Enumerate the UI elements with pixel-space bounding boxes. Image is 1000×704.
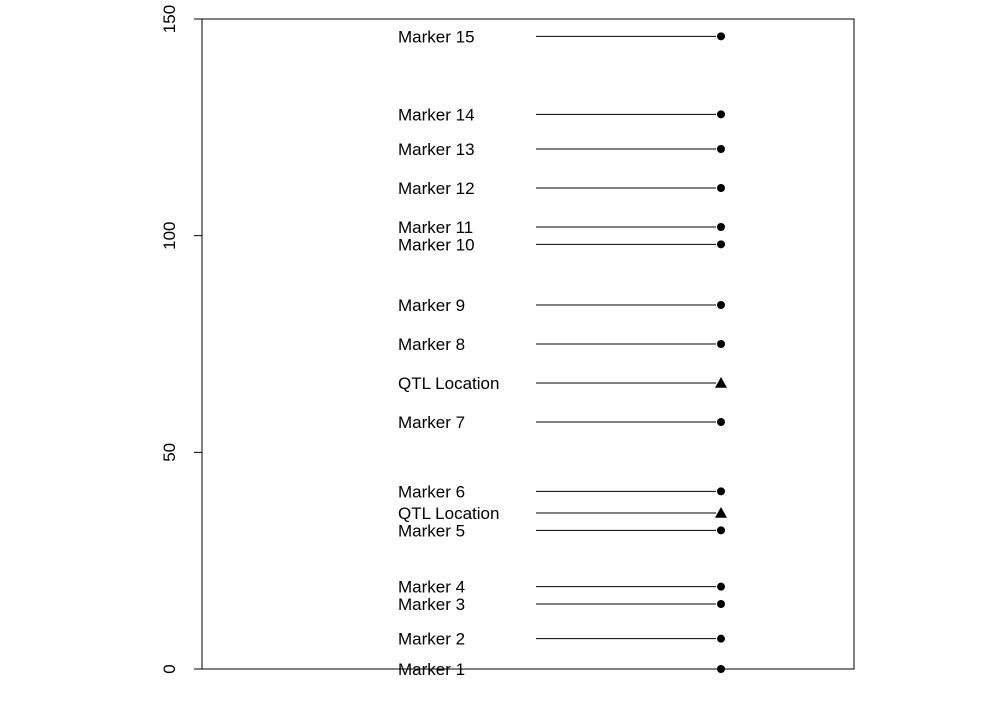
marker-point-icon xyxy=(717,184,725,192)
marker-label: Marker 5 xyxy=(398,521,465,540)
qtl-label: QTL Location xyxy=(398,504,499,523)
marker-point-icon xyxy=(717,32,725,40)
marker-label: Marker 4 xyxy=(398,578,465,597)
qtl-label: QTL Location xyxy=(398,374,499,393)
marker-label: Marker 2 xyxy=(398,630,465,649)
qtl-point-icon xyxy=(715,507,727,518)
marker-point-icon xyxy=(717,665,725,673)
marker-label: Marker 6 xyxy=(398,482,465,501)
marker-label: Marker 14 xyxy=(398,105,475,124)
marker-point-icon xyxy=(717,240,725,248)
marker-position-chart: 050100150Marker 1Marker 2Marker 3Marker … xyxy=(0,0,1000,704)
marker-point-icon xyxy=(717,487,725,495)
ytick-label: 0 xyxy=(160,664,179,673)
marker-point-icon xyxy=(717,526,725,534)
marker-point-icon xyxy=(717,340,725,348)
plot-box xyxy=(202,19,854,669)
marker-label: Marker 8 xyxy=(398,335,465,354)
marker-point-icon xyxy=(717,583,725,591)
marker-label: Marker 13 xyxy=(398,140,475,159)
marker-label: Marker 12 xyxy=(398,179,475,198)
marker-point-icon xyxy=(717,110,725,118)
marker-label: Marker 11 xyxy=(398,218,473,237)
marker-point-icon xyxy=(717,600,725,608)
marker-point-icon xyxy=(717,418,725,426)
ytick-label: 150 xyxy=(160,5,179,33)
marker-label: Marker 1 xyxy=(398,660,465,679)
marker-label: Marker 10 xyxy=(398,235,475,254)
marker-point-icon xyxy=(717,301,725,309)
marker-point-icon xyxy=(717,223,725,231)
marker-point-icon xyxy=(717,635,725,643)
ytick-label: 50 xyxy=(160,443,179,462)
marker-label: Marker 9 xyxy=(398,296,465,315)
marker-label: Marker 3 xyxy=(398,595,465,614)
marker-point-icon xyxy=(717,145,725,153)
qtl-point-icon xyxy=(715,377,727,388)
ytick-label: 100 xyxy=(160,221,179,249)
marker-label: Marker 7 xyxy=(398,413,465,432)
marker-label: Marker 15 xyxy=(398,27,475,46)
